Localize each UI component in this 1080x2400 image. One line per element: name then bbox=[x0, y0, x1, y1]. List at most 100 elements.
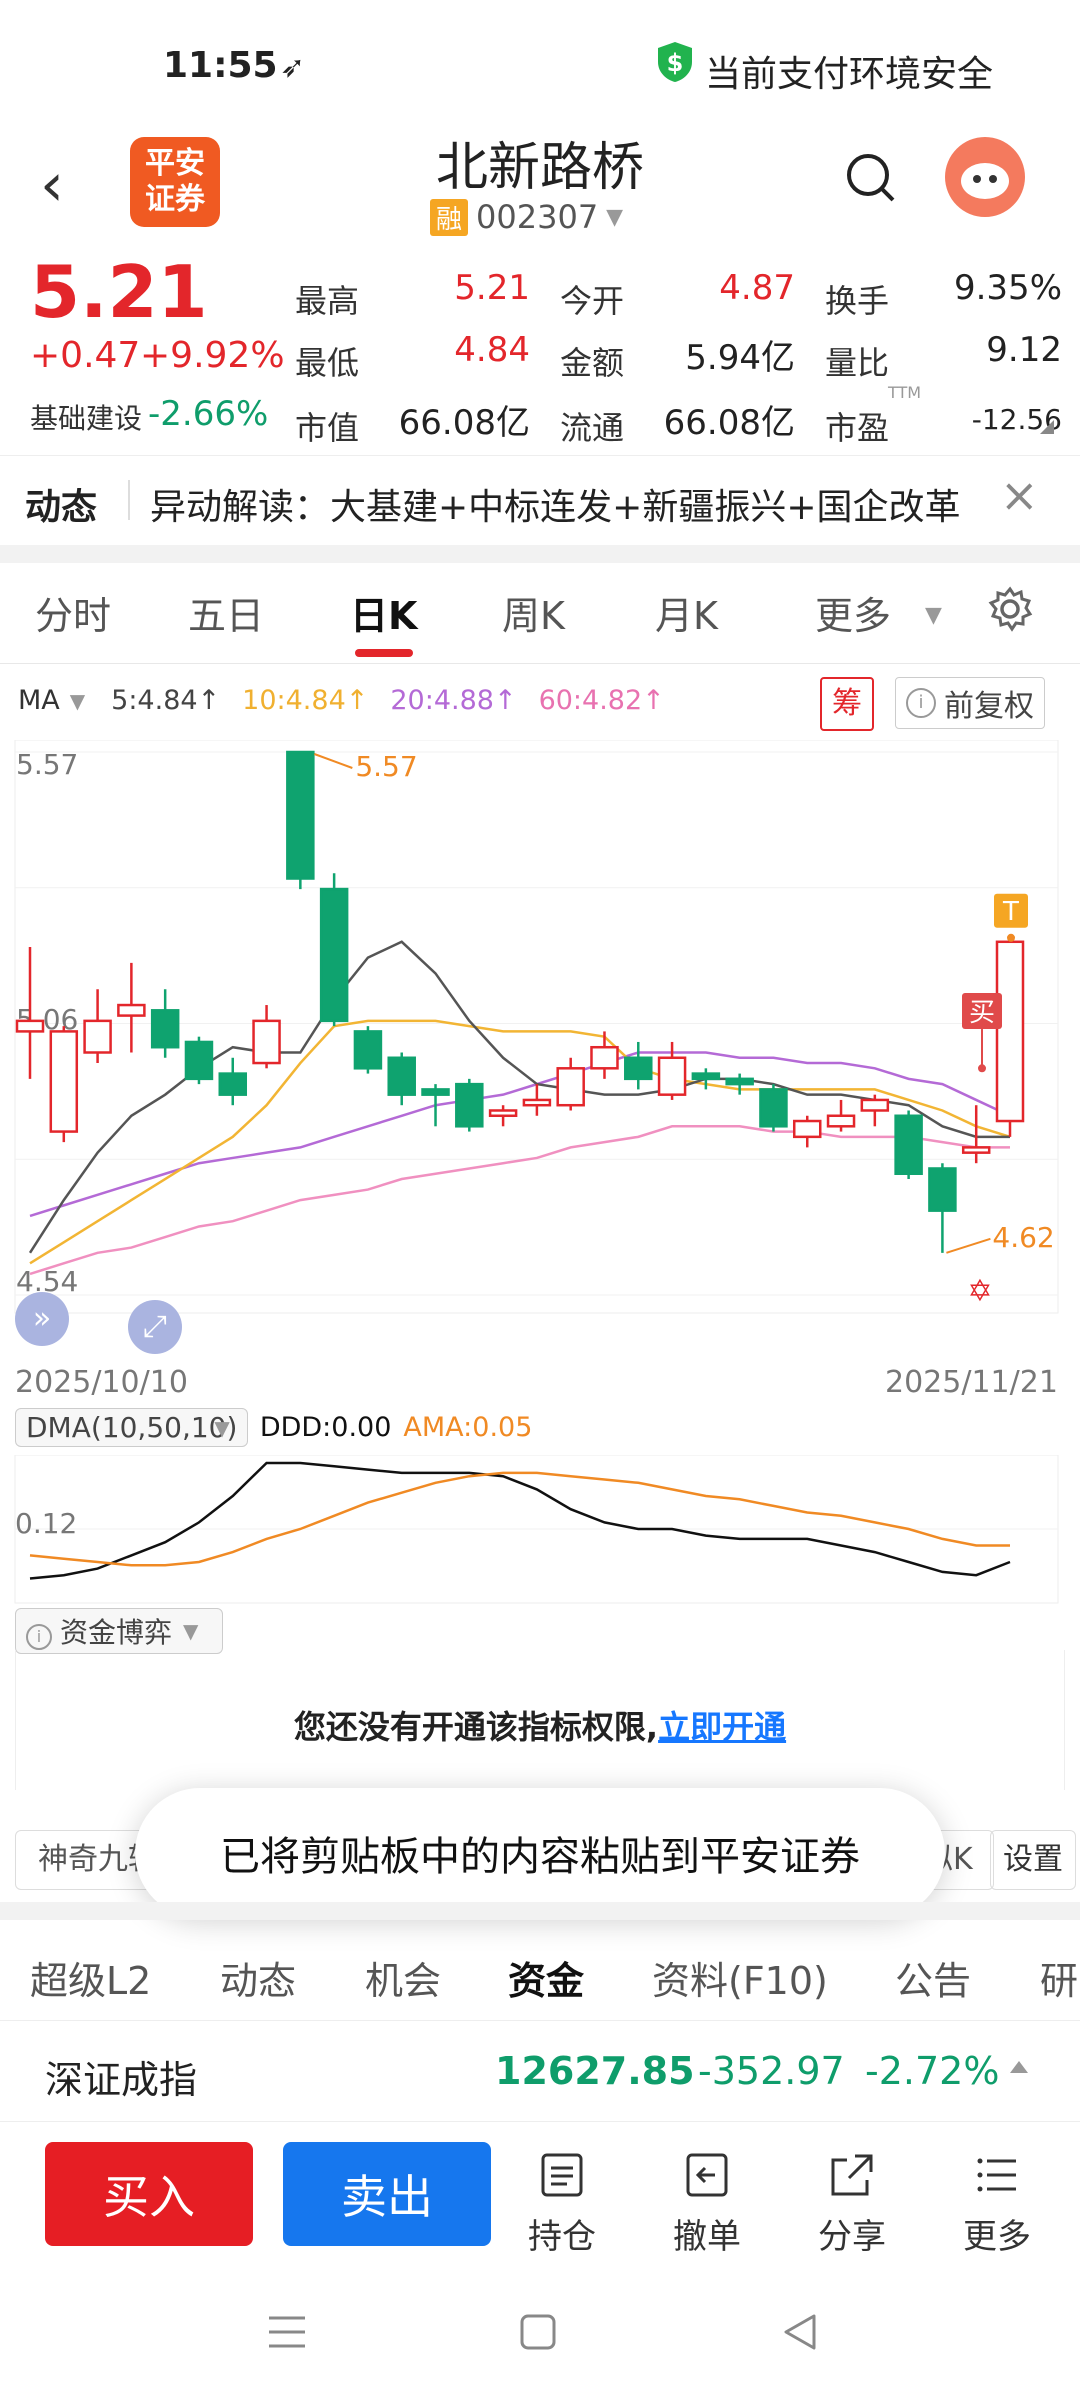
sell-button[interactable]: 卖出 bbox=[283, 2142, 491, 2246]
news-ticker[interactable]: 动态 异动解读：大基建+中标连发+新疆振兴+国企改革 × bbox=[0, 455, 1080, 546]
more-label: 更多 bbox=[963, 2217, 1031, 2257]
section-gap bbox=[0, 545, 1080, 563]
candle bbox=[455, 1082, 484, 1128]
locked-text: 您还没有开通该指标权限, bbox=[293, 1708, 659, 1746]
positions-label: 持仓 bbox=[528, 2217, 596, 2257]
ma60-line bbox=[29, 1125, 1010, 1276]
candle bbox=[488, 1109, 518, 1118]
dma-chart[interactable] bbox=[0, 1455, 1080, 1605]
tab-opportunity[interactable]: 机会 bbox=[365, 1950, 441, 2005]
capital-header[interactable]: i 资金博弈 ▼ bbox=[15, 1608, 224, 1654]
home-nav-icon[interactable] bbox=[518, 2312, 558, 2356]
quote-label: 金额 bbox=[560, 344, 625, 382]
quote-label: 今开 bbox=[560, 282, 625, 320]
assistant-avatar[interactable] bbox=[945, 137, 1025, 217]
tab-weekly-k[interactable]: 周K bbox=[502, 585, 565, 640]
quote-value: 4.87 bbox=[719, 268, 795, 308]
menu-nav-icon[interactable] bbox=[265, 2312, 309, 2356]
tab-daily-k[interactable]: 日K bbox=[350, 585, 417, 640]
chevron-down-icon[interactable]: ▼ bbox=[214, 1416, 229, 1440]
tab-announcement[interactable]: 公告 bbox=[895, 1950, 971, 2005]
ma10-value: 10:4.84↑ bbox=[242, 685, 369, 716]
chip-distribution-button[interactable]: 筹 bbox=[820, 677, 874, 731]
tab-five-day[interactable]: 五日 bbox=[188, 585, 264, 640]
buy-marker-text: 买 bbox=[969, 998, 995, 1028]
share-button[interactable]: 分享 bbox=[802, 2150, 902, 2258]
candle bbox=[691, 1072, 721, 1081]
ma-label[interactable]: MA bbox=[18, 685, 60, 716]
quote-label: 流通 bbox=[560, 409, 625, 447]
candle bbox=[759, 1088, 788, 1128]
activate-link[interactable]: 立即开通 bbox=[658, 1708, 786, 1746]
withdraw-icon bbox=[686, 2153, 728, 2197]
stock-code-row[interactable]: 融 002307 ▼ bbox=[430, 198, 623, 236]
quote-value: 66.08亿 bbox=[663, 403, 795, 443]
chevron-down-icon[interactable]: ▼ bbox=[70, 689, 85, 713]
price-adjust-button[interactable]: i 前复权 bbox=[895, 677, 1045, 729]
stock-name: 北新路桥 bbox=[435, 138, 644, 198]
index-pct: -2.72% bbox=[865, 2049, 1000, 2093]
buy-marker-dot bbox=[978, 1064, 986, 1073]
positions-button[interactable]: 持仓 bbox=[512, 2150, 612, 2258]
quote-panel: 5.21 +0.47 +9.92% 基础建设 -2.66% 最高 5.21 今开 4.… bbox=[0, 250, 1080, 450]
fast-forward-icon[interactable]: » bbox=[15, 1292, 69, 1346]
price-change-pct: +9.92% bbox=[140, 335, 285, 376]
tab-profile-f10[interactable]: 资料(F10) bbox=[652, 1950, 828, 2005]
x-start-label: 2025/10/10 bbox=[15, 1365, 188, 1400]
low-pointer bbox=[946, 1237, 991, 1254]
candle bbox=[387, 1056, 416, 1096]
sector-change[interactable]: -2.66% bbox=[148, 394, 268, 434]
last-price: 5.21 bbox=[30, 250, 208, 334]
sector-name[interactable]: 基础建设 bbox=[30, 397, 142, 437]
clipboard-toast: 已将剪贴板中的内容粘贴到平安证券 bbox=[135, 1788, 945, 1918]
info-icon: i bbox=[906, 688, 936, 718]
more-button[interactable]: 更多 bbox=[947, 2150, 1047, 2258]
candle bbox=[995, 940, 1025, 1123]
candle bbox=[590, 1045, 619, 1070]
candle bbox=[421, 1088, 450, 1096]
candle bbox=[792, 1119, 822, 1139]
dma-selector[interactable]: DMA(10,50,10) bbox=[15, 1408, 249, 1447]
buy-button[interactable]: 买入 bbox=[45, 2142, 253, 2246]
index-change: -352.97 bbox=[698, 2049, 845, 2093]
security-status-text: 当前支付环境安全 bbox=[705, 54, 994, 95]
dma-y-tick: 0.12 bbox=[15, 1507, 78, 1540]
tab-monthly-k[interactable]: 月K bbox=[655, 585, 718, 640]
fullscreen-icon[interactable]: ⤢ bbox=[128, 1300, 182, 1354]
chevron-down-icon[interactable]: ▼ bbox=[183, 1619, 198, 1643]
withdraw-button[interactable]: 撤单 bbox=[657, 2150, 757, 2258]
share-label: 分享 bbox=[818, 2217, 886, 2257]
stock-header: ‹ 平安 证券 北新路桥 融 002307 ▼ bbox=[0, 125, 1080, 250]
margin-badge: 融 bbox=[430, 198, 469, 236]
share-icon bbox=[831, 2154, 873, 2196]
chevron-down-icon[interactable]: ▼ bbox=[925, 603, 942, 628]
tab-more[interactable]: 更多 bbox=[815, 585, 891, 640]
candle bbox=[353, 1030, 383, 1070]
close-icon[interactable]: × bbox=[1000, 468, 1039, 522]
tab-news[interactable]: 动态 bbox=[220, 1950, 296, 2005]
candle bbox=[860, 1098, 890, 1112]
back-nav-icon[interactable] bbox=[780, 2312, 820, 2356]
candle bbox=[150, 1009, 180, 1049]
tab-intraday[interactable]: 分时 bbox=[35, 585, 111, 640]
tab-research[interactable]: 研 bbox=[1040, 1950, 1078, 2005]
capital-title: 资金博弈 bbox=[60, 1616, 173, 1649]
tab-capital[interactable]: 资金 bbox=[508, 1950, 584, 2005]
detail-tabs: 超级L2 动态 机会 资金 资料(F10) 公告 研 bbox=[0, 1920, 1080, 2020]
expand-corner-icon[interactable] bbox=[1040, 420, 1054, 434]
indicator-settings-button[interactable]: 设置 bbox=[990, 1830, 1076, 1890]
candle bbox=[826, 1114, 856, 1128]
settings-gear-icon[interactable] bbox=[986, 585, 1034, 637]
svg-text:$: $ bbox=[667, 49, 684, 77]
candle bbox=[894, 1114, 923, 1175]
t-marker-text: T bbox=[1002, 897, 1019, 927]
pe-ttm-label: TTM bbox=[888, 383, 922, 402]
tab-super-l2[interactable]: 超级L2 bbox=[30, 1950, 151, 2005]
index-ticker[interactable]: 深证成指 12627.85 -352.97 -2.72% bbox=[0, 2020, 1080, 2122]
ama-line bbox=[29, 1471, 1010, 1567]
chevron-up-icon[interactable] bbox=[1010, 2061, 1028, 2073]
search-icon[interactable] bbox=[843, 150, 899, 210]
quote-label: 最高 bbox=[295, 282, 360, 320]
candle bbox=[624, 1056, 653, 1081]
candle bbox=[252, 1019, 281, 1065]
